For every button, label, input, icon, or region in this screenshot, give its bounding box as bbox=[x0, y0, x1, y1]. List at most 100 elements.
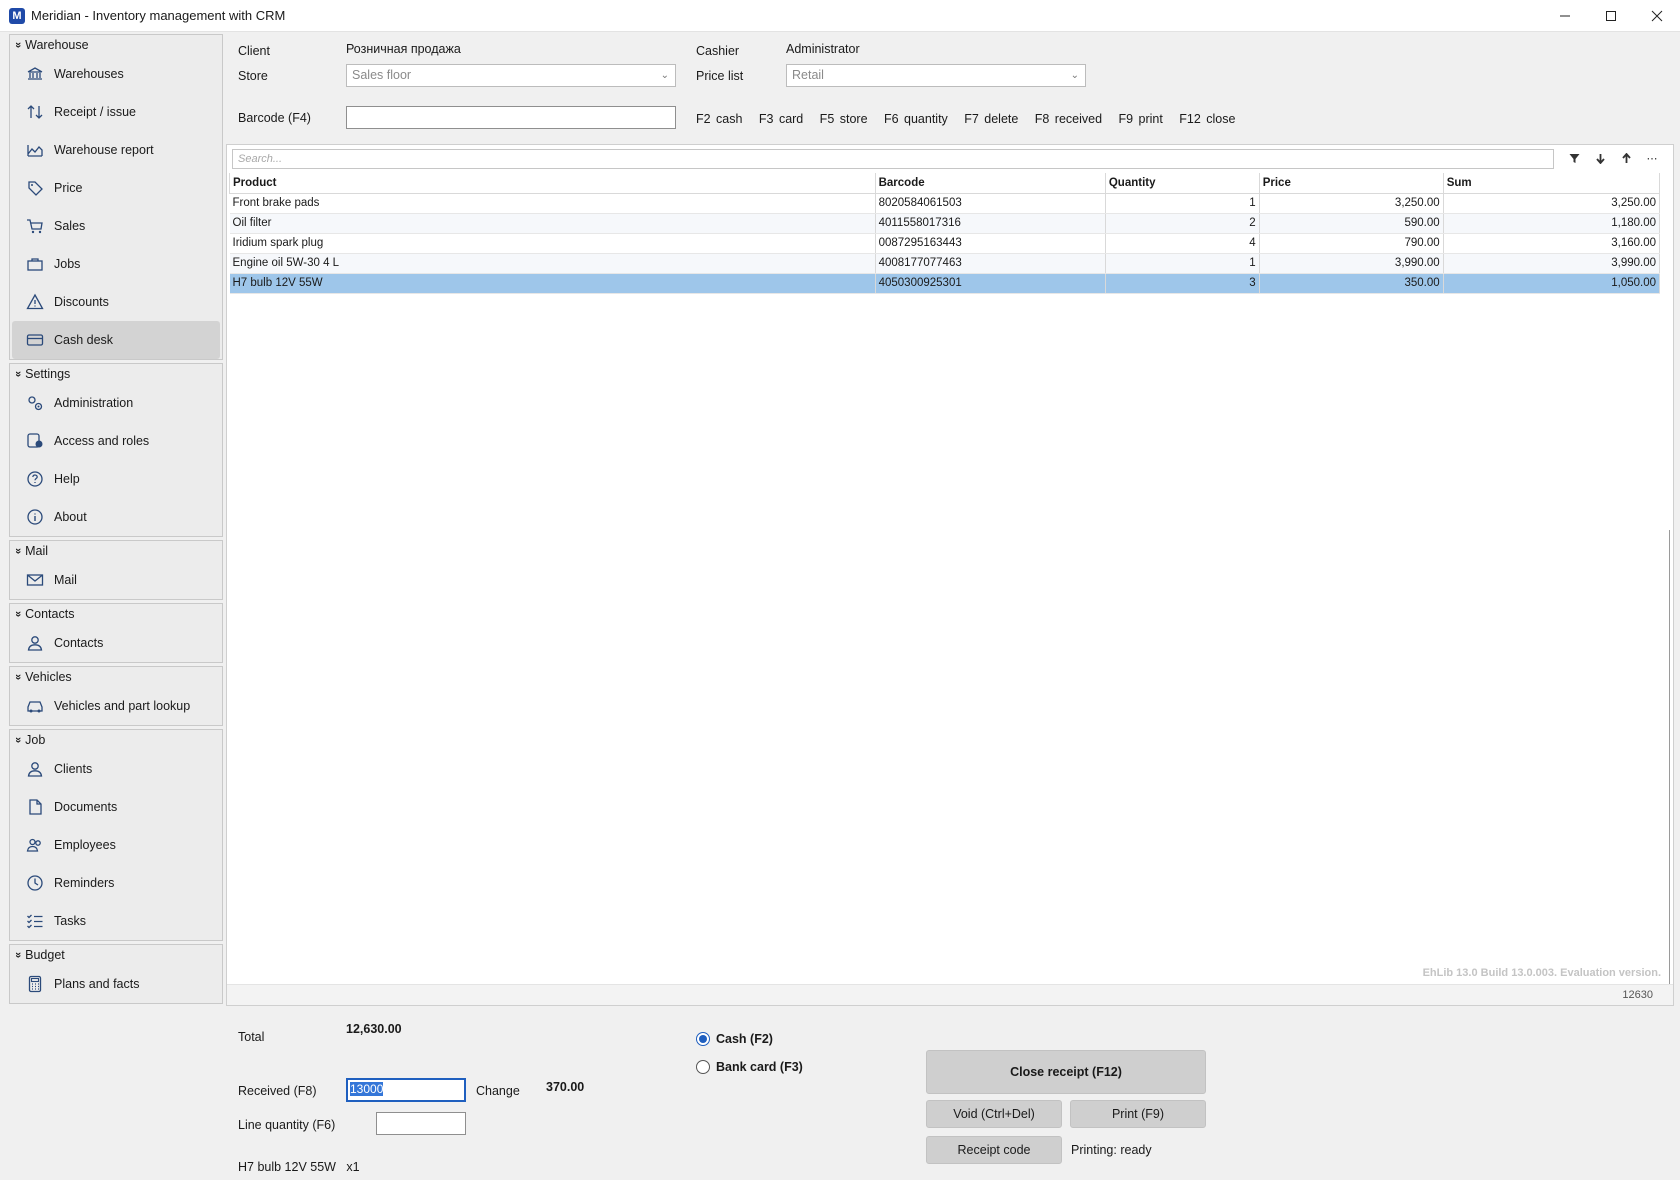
sidebar-item-about[interactable]: About bbox=[12, 498, 220, 536]
price-list-select[interactable]: Retail ⌄ bbox=[786, 64, 1086, 87]
filter-icon[interactable] bbox=[1565, 149, 1583, 167]
briefcase-icon bbox=[27, 258, 43, 271]
sidebar-item-label: Access and roles bbox=[54, 434, 150, 448]
sidebar-item-discounts[interactable]: Discounts bbox=[12, 283, 220, 321]
bank-card-radio[interactable]: Bank card (F3) bbox=[696, 1060, 803, 1074]
print-button[interactable]: Print (F9) bbox=[1070, 1100, 1206, 1128]
collapse-chevron-icon: » bbox=[12, 547, 25, 555]
store-select[interactable]: Sales floor ⌄ bbox=[346, 64, 676, 87]
column-header-quantity[interactable]: Quantity bbox=[1104, 173, 1260, 194]
sidebar-group-header[interactable]: » Settings bbox=[10, 364, 222, 384]
cell-sum: 1,180.00 bbox=[1443, 213, 1661, 234]
cash-desk-panel: Client Розничная продажа Store Sales flo… bbox=[226, 34, 1676, 1174]
barcode-input[interactable] bbox=[346, 106, 676, 129]
people-icon bbox=[26, 838, 41, 852]
maximize-button[interactable] bbox=[1588, 0, 1634, 32]
cell-sum: 1,050.00 bbox=[1443, 273, 1661, 294]
cell-quantity: 1 bbox=[1105, 253, 1260, 274]
sidebar-group-label: Budget bbox=[25, 948, 65, 962]
sidebar-item-label: Mail bbox=[54, 573, 77, 587]
vertical-scrollbar[interactable] bbox=[1669, 530, 1670, 1000]
sidebar-group-header[interactable]: » Warehouse bbox=[10, 35, 222, 55]
sidebar-item-clients[interactable]: Clients bbox=[12, 750, 220, 788]
receipt-code-button[interactable]: Receipt code bbox=[926, 1136, 1062, 1164]
sidebar-item-tasks[interactable]: Tasks bbox=[12, 902, 220, 940]
sidebar-item-label: Receipt / issue bbox=[54, 105, 136, 119]
close-window-button[interactable] bbox=[1634, 0, 1680, 32]
void-button[interactable]: Void (Ctrl+Del) bbox=[926, 1100, 1062, 1128]
sidebar-item-receipt-issue[interactable]: Receipt / issue bbox=[12, 93, 220, 131]
sort-down-icon[interactable] bbox=[1591, 149, 1609, 167]
sidebar-item-contacts[interactable]: Contacts bbox=[12, 624, 220, 662]
sidebar-item-warehouses[interactable]: Warehouses bbox=[12, 55, 220, 93]
cash-radio[interactable]: Cash (F2) bbox=[696, 1032, 773, 1046]
sort-up-icon[interactable] bbox=[1617, 149, 1635, 167]
sidebar-item-mail[interactable]: Mail bbox=[12, 561, 220, 599]
minimize-button[interactable] bbox=[1542, 0, 1588, 32]
cell-quantity: 1 bbox=[1105, 193, 1260, 214]
change-label: Change bbox=[476, 1084, 520, 1098]
sidebar-item-vehicles-and-part-lookup[interactable]: Vehicles and part lookup bbox=[12, 687, 220, 725]
cart-icon bbox=[27, 219, 43, 234]
table-row[interactable]: Iridium spark plug 0087295163443 4 790.00 3,… bbox=[229, 233, 1661, 254]
column-header-price[interactable]: Price bbox=[1258, 173, 1444, 194]
more-options-icon[interactable]: ⋯ bbox=[1643, 149, 1661, 167]
column-header-product[interactable]: Product bbox=[229, 173, 876, 194]
sidebar-item-label: Reminders bbox=[54, 876, 115, 890]
sidebar-item-label: Employees bbox=[54, 838, 116, 852]
sidebar-group-label: Settings bbox=[25, 367, 71, 381]
sidebar-item-sales[interactable]: Sales bbox=[12, 207, 220, 245]
sidebar-group-header[interactable]: » Vehicles bbox=[10, 667, 222, 687]
calculator-icon bbox=[28, 975, 42, 993]
sidebar-group-label: Vehicles bbox=[25, 670, 72, 684]
sidebar-group-label: Warehouse bbox=[25, 38, 89, 52]
sidebar-item-employees[interactable]: Employees bbox=[12, 826, 220, 864]
grid-search-input[interactable]: Search... bbox=[232, 149, 1554, 169]
cell-barcode: 4050300925301 bbox=[875, 273, 1106, 294]
checklist-icon bbox=[27, 914, 43, 929]
sidebar-item-plans-and-facts[interactable]: Plans and facts bbox=[12, 965, 220, 1003]
table-row[interactable]: Oil filter 4011558017316 2 590.00 1,180.00 bbox=[229, 213, 1661, 234]
sidebar-group-header[interactable]: » Budget bbox=[10, 945, 222, 965]
sidebar-group-header[interactable]: » Contacts bbox=[10, 604, 222, 624]
sidebar-item-documents[interactable]: Documents bbox=[12, 788, 220, 826]
table-row[interactable]: Engine oil 5W-30 4 L 4008177077463 1 3,990.… bbox=[229, 253, 1661, 274]
card-icon bbox=[26, 334, 44, 346]
column-header-sum[interactable]: Sum bbox=[1442, 173, 1661, 194]
received-input-value: 13000 bbox=[350, 1082, 384, 1096]
sidebar-item-reminders[interactable]: Reminders bbox=[12, 864, 220, 902]
receipt-grid: Search... ⋯ Product Barcode Quantity Price S… bbox=[226, 144, 1674, 1006]
sidebar-item-help[interactable]: Help bbox=[12, 460, 220, 498]
sidebar-group-mail: » Mail Mail bbox=[9, 540, 223, 600]
cell-product: H7 bulb 12V 55W bbox=[229, 273, 876, 294]
sidebar-item-cash-desk[interactable]: Cash desk bbox=[12, 321, 220, 359]
table-row[interactable]: H7 bulb 12V 55W 4050300925301 3 350.00 1,050… bbox=[229, 273, 1661, 294]
collapse-chevron-icon: » bbox=[12, 951, 25, 959]
total-value: 12,630.00 bbox=[346, 1022, 402, 1036]
sidebar-group-budget: » Budget Plans and facts bbox=[9, 944, 223, 1004]
shortcut-hints: F2 cash F3 card F5 store F6 quantity F7 … bbox=[696, 112, 1236, 126]
close-receipt-button[interactable]: Close receipt (F12) bbox=[926, 1050, 1206, 1094]
cell-price: 3,250.00 bbox=[1259, 193, 1444, 214]
current-line-info: H7 bulb 12V 55W x1 bbox=[238, 1160, 360, 1174]
sidebar-group-header[interactable]: » Job bbox=[10, 730, 222, 750]
sidebar-item-price[interactable]: Price bbox=[12, 169, 220, 207]
car-icon bbox=[27, 701, 43, 713]
received-input[interactable]: 13000 bbox=[346, 1078, 466, 1102]
sidebar-group-header[interactable]: » Mail bbox=[10, 541, 222, 561]
collapse-chevron-icon: » bbox=[12, 610, 25, 618]
person-icon bbox=[27, 762, 43, 777]
cell-price: 590.00 bbox=[1259, 213, 1444, 234]
column-header-barcode[interactable]: Barcode bbox=[874, 173, 1106, 194]
minimize-icon bbox=[1560, 15, 1570, 17]
sidebar-item-jobs[interactable]: Jobs bbox=[12, 245, 220, 283]
line-quantity-input[interactable] bbox=[376, 1112, 466, 1135]
barcode-label: Barcode (F4) bbox=[238, 111, 311, 125]
sidebar-item-warehouse-report[interactable]: Warehouse report bbox=[12, 131, 220, 169]
cell-product: Engine oil 5W-30 4 L bbox=[229, 253, 876, 274]
sidebar-item-access-and-roles[interactable]: Access and roles bbox=[12, 422, 220, 460]
cell-sum: 3,990.00 bbox=[1443, 253, 1661, 274]
sidebar-item-administration[interactable]: Administration bbox=[12, 384, 220, 422]
cell-sum: 3,160.00 bbox=[1443, 233, 1661, 254]
table-row[interactable]: Front brake pads 8020584061503 1 3,250.00 3,… bbox=[229, 193, 1661, 214]
